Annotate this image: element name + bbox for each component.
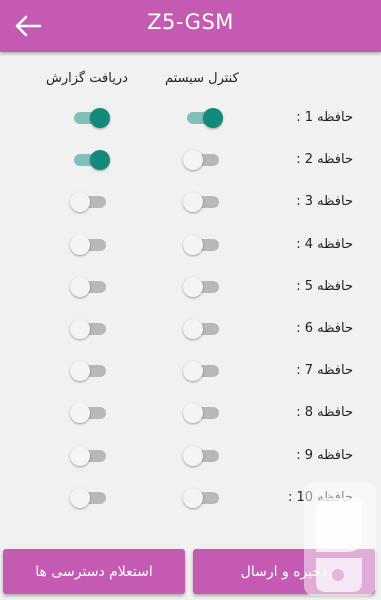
inquiry-access-label: استعلام دسترسی ها — [35, 563, 153, 580]
memory-label: حافظه 5 : — [296, 278, 353, 294]
memory-row: حافظه 9 : — [0, 441, 381, 471]
control-system-switch[interactable] — [183, 402, 223, 424]
switch-thumb — [70, 192, 90, 213]
switch-thumb — [90, 150, 110, 171]
switch-thumb — [183, 487, 203, 508]
control-system-switch[interactable] — [183, 318, 223, 340]
switch-thumb — [183, 403, 203, 424]
report-switch[interactable] — [70, 445, 110, 467]
memory-row: حافظه 4 : — [0, 230, 381, 260]
app-bar: Z5-GSM — [0, 0, 381, 52]
report-column-header: دریافت گزارش — [46, 71, 128, 86]
control-system-switch[interactable] — [183, 191, 223, 213]
report-switch[interactable] — [70, 360, 110, 382]
memory-row: حافظه 1 : — [0, 103, 381, 133]
report-switch[interactable] — [70, 487, 110, 509]
switch-thumb — [70, 403, 90, 424]
switch-thumb — [183, 234, 203, 255]
memory-label: حافظه 2 : — [296, 152, 353, 168]
report-switch[interactable] — [70, 234, 110, 256]
memory-row: حافظه 7 : — [0, 356, 381, 386]
report-switch[interactable] — [70, 402, 110, 424]
control-system-switch[interactable] — [183, 149, 223, 171]
report-switch[interactable] — [70, 191, 110, 213]
memory-row: حافظه 5 : — [0, 272, 381, 302]
switch-thumb — [70, 361, 90, 382]
memory-label: حافظه 9 : — [296, 447, 353, 463]
control-system-switch[interactable] — [183, 360, 223, 382]
control-system-switch[interactable] — [183, 276, 223, 298]
switch-thumb — [203, 108, 223, 128]
control-system-switch[interactable] — [183, 107, 223, 129]
switch-thumb — [183, 192, 203, 213]
memory-row: حافظه 10 : — [0, 483, 381, 513]
save-send-label: ذخیره و ارسال — [240, 563, 328, 580]
control-system-switch[interactable] — [183, 487, 223, 509]
switch-thumb — [70, 319, 90, 339]
switch-thumb — [70, 445, 90, 466]
memory-row: حافظه 6 : — [0, 314, 381, 344]
memory-label: حافظه 4 : — [296, 236, 353, 252]
report-switch[interactable] — [70, 318, 110, 340]
switch-thumb — [183, 445, 203, 466]
report-switch[interactable] — [70, 107, 110, 129]
switch-thumb — [90, 108, 110, 128]
memory-row: حافظه 2 : — [0, 145, 381, 175]
memory-label: حافظه 8 : — [296, 405, 353, 421]
control-column-header: کنترل سیستم — [165, 71, 239, 86]
switch-thumb — [70, 234, 90, 255]
switch-thumb — [70, 487, 90, 508]
control-system-switch[interactable] — [183, 445, 223, 467]
switch-thumb — [183, 361, 203, 382]
memory-row: حافظه 8 : — [0, 398, 381, 428]
inquiry-access-button[interactable]: استعلام دسترسی ها — [3, 549, 185, 594]
switch-thumb — [70, 276, 90, 297]
save-send-button[interactable]: ذخیره و ارسال — [193, 549, 375, 594]
report-switch[interactable] — [70, 276, 110, 298]
app-title: Z5-GSM — [147, 10, 234, 34]
memory-label: حافظه 1 : — [296, 110, 353, 125]
control-system-switch[interactable] — [183, 234, 223, 256]
memory-row: حافظه 3 : — [0, 187, 381, 217]
memory-label: حافظه 3 : — [296, 194, 353, 210]
memory-label: حافظه 7 : — [296, 363, 353, 379]
report-switch[interactable] — [70, 149, 110, 171]
switch-thumb — [183, 276, 203, 297]
memory-label: حافظه 10 : — [287, 489, 353, 505]
switch-thumb — [183, 150, 203, 171]
switch-thumb — [183, 319, 203, 339]
memory-label: حافظه 6 : — [296, 321, 353, 336]
